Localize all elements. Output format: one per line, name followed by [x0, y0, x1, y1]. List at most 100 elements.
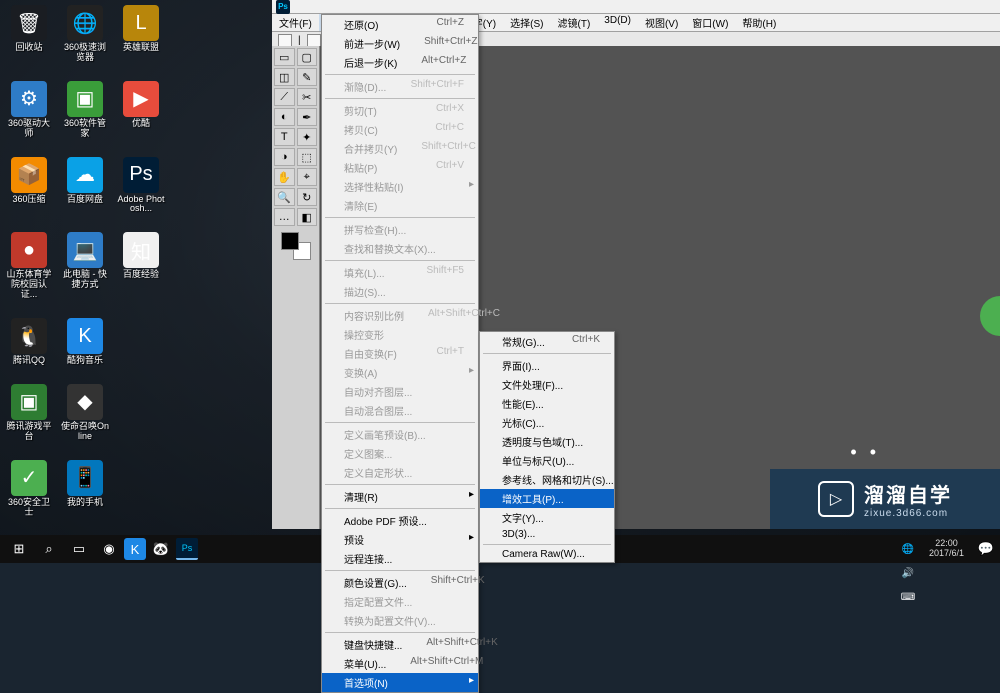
tray-icon[interactable]: 🔊: [899, 561, 917, 585]
ps-titlebar[interactable]: Ps: [272, 0, 1000, 14]
tool-button[interactable]: ✒: [297, 108, 318, 126]
tool-button[interactable]: …: [274, 208, 295, 226]
taskbar-app-colorful[interactable]: ◉: [94, 537, 124, 561]
app-icon: K: [67, 318, 103, 354]
taskbar-app-photoshop[interactable]: Ps: [176, 538, 198, 560]
menu-item[interactable]: 远程连接...: [322, 549, 478, 568]
menu-item[interactable]: 前进一步(W)Shift+Ctrl+Z: [322, 34, 478, 53]
menu-item[interactable]: 菜单(U)...Alt+Shift+Ctrl+M: [322, 654, 478, 673]
menu-item[interactable]: 预设▸: [322, 530, 478, 549]
menu-item-label: 选择性粘贴(I): [344, 179, 403, 194]
separator: |: [298, 35, 301, 46]
desktop-icon[interactable]: ☁百度网盘: [61, 157, 109, 215]
tool-button[interactable]: ⬚: [297, 148, 318, 166]
color-swatches[interactable]: [272, 228, 319, 264]
tool-button[interactable]: ▢: [297, 48, 318, 66]
desktop-icon[interactable]: PsAdobe Photosh...: [117, 157, 165, 215]
tool-button[interactable]: ▭: [274, 48, 295, 66]
menu-item[interactable]: 颜色设置(G)...Shift+Ctrl+K: [322, 573, 478, 592]
menu-item-label: 自动混合图层...: [344, 403, 412, 418]
desktop-icon[interactable]: ▣360软件管家: [61, 81, 109, 139]
tool-button[interactable]: ⟋: [274, 88, 295, 106]
menu-item[interactable]: 透明度与色域(T)...: [480, 432, 614, 451]
tool-button[interactable]: ◫: [274, 68, 295, 86]
menu-滤镜[interactable]: 滤镜(T): [551, 14, 598, 31]
app-icon: ●: [11, 232, 47, 268]
menu-item[interactable]: 常规(G)...Ctrl+K: [480, 332, 614, 351]
menu-item[interactable]: Camera Raw(W)...: [480, 547, 614, 562]
menu-选择[interactable]: 选择(S): [503, 14, 550, 31]
desktop-icon[interactable]: 知百度经验: [117, 232, 165, 300]
desktop-icon[interactable]: 🐧腾讯QQ: [5, 318, 53, 366]
menu-视图[interactable]: 视图(V): [638, 14, 685, 31]
menu-item[interactable]: 后退一步(K)Alt+Ctrl+Z: [322, 53, 478, 72]
menu-item[interactable]: 文件处理(F)...: [480, 375, 614, 394]
tool-button[interactable]: ✂: [297, 88, 318, 106]
menu-item[interactable]: 性能(E)...: [480, 394, 614, 413]
menu-shortcut: Ctrl+Z: [437, 17, 465, 32]
tool-button[interactable]: ↻: [297, 188, 318, 206]
desktop-icon[interactable]: 🌐360极速浏览器: [61, 5, 109, 63]
menu-窗口[interactable]: 窗口(W): [685, 14, 735, 31]
start-button[interactable]: ⊞: [4, 537, 34, 561]
submenu-arrow-icon: ▸: [469, 179, 474, 190]
tool-button[interactable]: ⌖: [297, 168, 318, 186]
search-button[interactable]: ⌕: [34, 537, 64, 561]
tool-button[interactable]: ✦: [297, 128, 318, 146]
app-icon: 🐧: [11, 318, 47, 354]
taskbar-app-qq[interactable]: 🐼: [146, 537, 176, 561]
menu-item[interactable]: 文字(Y)...: [480, 508, 614, 527]
tool-button[interactable]: T: [274, 128, 295, 146]
menu-item[interactable]: 界面(I)...: [480, 356, 614, 375]
menu-3D[interactable]: 3D(D): [597, 14, 638, 31]
menu-item[interactable]: Adobe PDF 预设...: [322, 511, 478, 530]
desktop-icon[interactable]: 📱我的手机: [61, 460, 109, 518]
desktop-icon[interactable]: 💻此电脑 - 快捷方式: [61, 232, 109, 300]
menu-item-label: 自动对齐图层...: [344, 384, 412, 399]
menu-item: 拷贝(C)Ctrl+C: [322, 120, 478, 139]
menu-item-label: 定义图案...: [344, 446, 392, 461]
tool-button[interactable]: ◑: [274, 148, 295, 166]
app-icon: ⚙: [11, 81, 47, 117]
menu-item[interactable]: 还原(O)Ctrl+Z: [322, 15, 478, 34]
menu-文件[interactable]: 文件(F): [272, 14, 319, 31]
menu-item[interactable]: 光标(C)...: [480, 413, 614, 432]
menu-item[interactable]: 键盘快捷键...Alt+Shift+Ctrl+K: [322, 635, 478, 654]
taskbar-app-kugou[interactable]: K: [124, 538, 146, 560]
menu-item: 合并拷贝(Y)Shift+Ctrl+C: [322, 139, 478, 158]
menu-item[interactable]: 增效工具(P)...: [480, 489, 614, 508]
task-view-button[interactable]: ▭: [64, 537, 94, 561]
menu-item: 剪切(T)Ctrl+X: [322, 101, 478, 120]
menu-item-label: 性能(E)...: [502, 396, 544, 411]
desktop-icon[interactable]: ⚙360驱动大师: [5, 81, 53, 139]
desktop-icon[interactable]: L英雄联盟: [117, 5, 165, 63]
tray-icon[interactable]: ⌨: [899, 585, 917, 609]
tool-button[interactable]: ◧: [297, 208, 318, 226]
desktop-icon[interactable]: 📦360压缩: [5, 157, 53, 215]
tray-icon[interactable]: 🌐: [899, 537, 917, 561]
desktop-icon[interactable]: ▶优酷: [117, 81, 165, 139]
menu-item[interactable]: 3D(3)...: [480, 527, 614, 542]
menu-item[interactable]: 清理(R)▸: [322, 487, 478, 506]
tool-button[interactable]: ◐: [274, 108, 295, 126]
menu-帮助[interactable]: 帮助(H): [735, 14, 783, 31]
menu-item-label: 颜色设置(G)...: [344, 575, 407, 590]
taskbar-clock[interactable]: 22:00 2017/6/1: [923, 539, 970, 559]
tool-button[interactable]: ✎: [297, 68, 318, 86]
menu-item[interactable]: 单位与标尺(U)...: [480, 451, 614, 470]
tool-button[interactable]: ✋: [274, 168, 295, 186]
action-center-button[interactable]: 💬: [976, 537, 996, 561]
desktop-icon[interactable]: ▣腾讯游戏平台: [5, 384, 53, 442]
desktop-icon[interactable]: ✓360安全卫士: [5, 460, 53, 518]
menu-item[interactable]: 参考线、网格和切片(S)...: [480, 470, 614, 489]
tool-button[interactable]: 🔍: [274, 188, 295, 206]
menu-item-label: 定义自定形状...: [344, 465, 412, 480]
menu-separator: [325, 484, 475, 485]
desktop-icon[interactable]: K酷狗音乐: [61, 318, 109, 366]
desktop-icon[interactable]: 🗑回收站: [5, 5, 53, 63]
menu-item[interactable]: 首选项(N)▸: [322, 673, 478, 692]
menu-item: 自动混合图层...: [322, 401, 478, 420]
desktop-icon[interactable]: ●山东体育学院校园认证...: [5, 232, 53, 300]
desktop-icon[interactable]: ◆使命召唤Online: [61, 384, 109, 442]
foreground-color-swatch[interactable]: [281, 232, 299, 250]
